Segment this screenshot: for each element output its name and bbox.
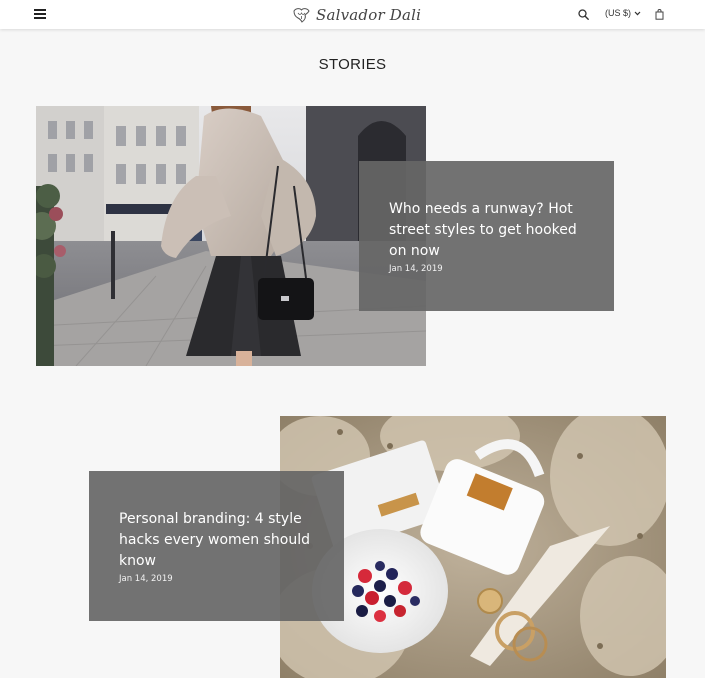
menu-icon[interactable] [34,8,46,20]
story-title[interactable]: Who needs a runway? Hot street styles to… [389,199,589,262]
brand-logo[interactable]: Salvador Dali [292,4,421,26]
currency-label: (US $) [605,8,632,18]
story-card[interactable]: Who needs a runway? Hot street styles to… [359,161,614,311]
logo-mark-icon [293,7,310,23]
chevron-down-icon [634,11,641,15]
story-card[interactable]: Personal branding: 4 style hacks every w… [89,471,344,621]
story-date: Jan 14, 2019 [119,574,173,584]
story-title[interactable]: Personal branding: 4 style hacks every w… [119,509,319,572]
story-date: Jan 14, 2019 [389,264,443,274]
search-icon[interactable] [578,9,589,20]
brand-name: Salvador Dali [316,6,422,24]
page-title: STORIES [318,56,387,73]
cart-icon[interactable] [655,9,664,20]
site-header: Salvador Dali (US $) [0,0,705,29]
currency-selector[interactable]: (US $) [605,8,641,18]
